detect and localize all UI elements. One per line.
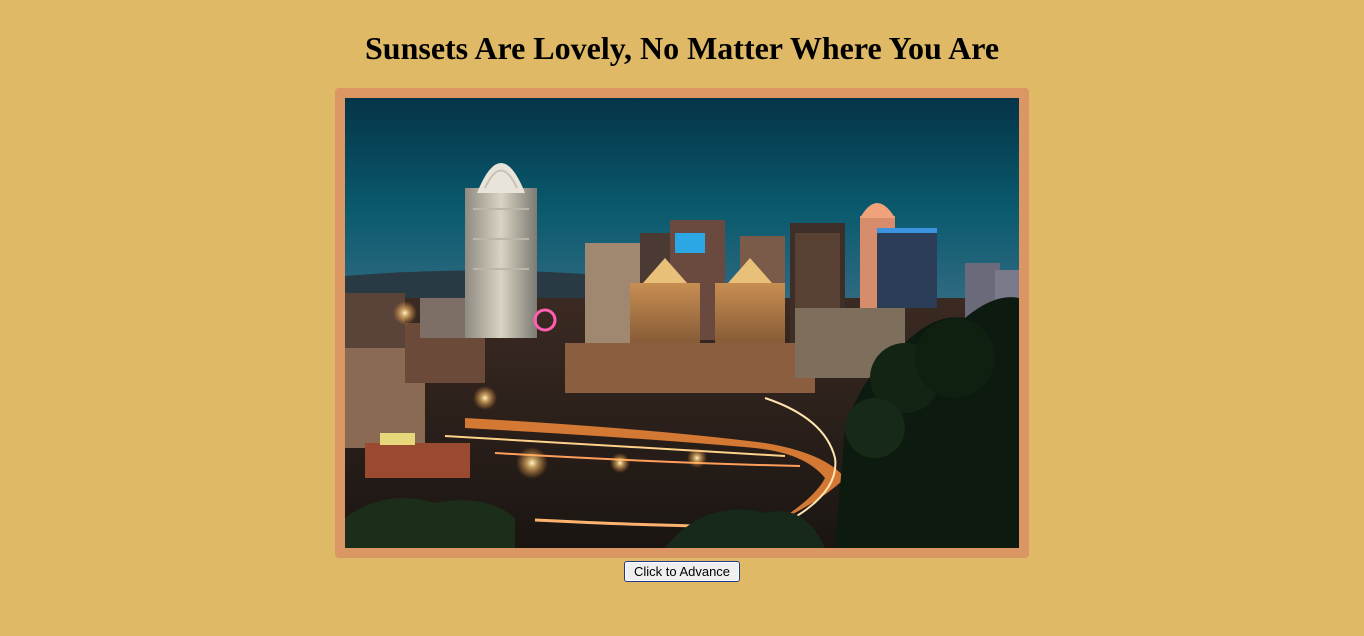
slideshow-image <box>345 98 1019 548</box>
page-title: Sunsets Are Lovely, No Matter Where You … <box>364 30 1000 66</box>
photo-frame <box>335 88 1029 558</box>
advance-button[interactable]: Click to Advance <box>624 561 740 582</box>
